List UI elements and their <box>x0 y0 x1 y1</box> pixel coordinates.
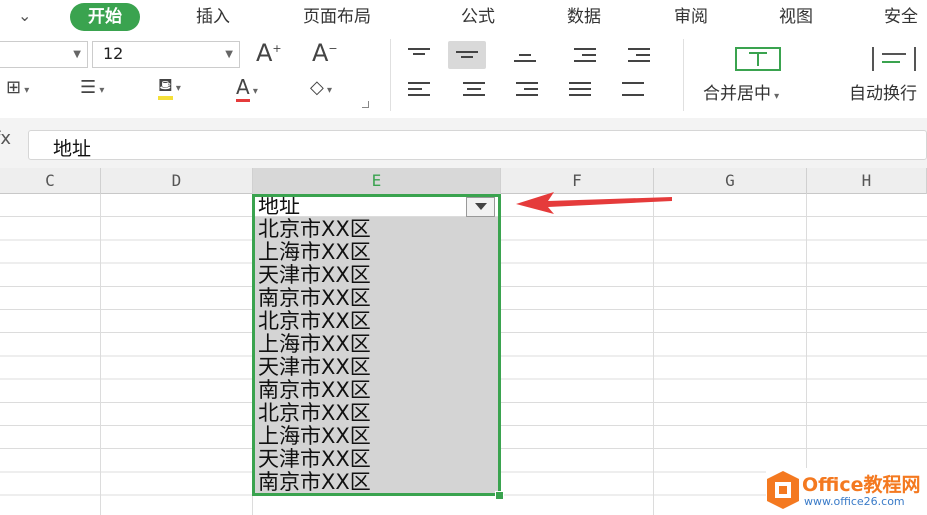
merge-center-label: 合并居中 <box>703 84 771 104</box>
tab-data[interactable]: 数据 <box>567 3 601 31</box>
font-name-select[interactable]: ▼ <box>0 41 88 68</box>
align-right-icon <box>516 82 538 96</box>
borders-button[interactable]: ⊞ ▾ <box>6 77 29 98</box>
font-group-launcher-icon[interactable] <box>362 101 369 108</box>
merge-center-icon <box>735 47 781 71</box>
chevron-down-icon: ▼ <box>73 49 81 60</box>
font-size-select[interactable]: 12 ▼ <box>92 41 240 68</box>
cell-style-button[interactable]: ☰ ▾ <box>80 77 104 98</box>
eraser-icon: ◇ <box>310 77 324 98</box>
chevron-down-icon <box>475 203 487 210</box>
watermark-url: www.office26.com <box>804 495 905 508</box>
annotation-arrow-icon <box>516 192 672 214</box>
toolbar-divider <box>390 39 391 111</box>
column-e-label: E <box>371 171 382 190</box>
align-top-icon <box>408 48 430 62</box>
align-top-button[interactable] <box>400 41 438 69</box>
align-middle-icon <box>456 48 478 62</box>
tab-page-layout[interactable]: 页面布局 <box>303 3 371 31</box>
wrap-text-icon <box>872 47 916 71</box>
decrease-font-label: A <box>312 39 329 67</box>
filter-dropdown-button[interactable] <box>466 197 495 217</box>
align-right-button[interactable] <box>508 75 546 103</box>
align-center-icon <box>463 82 485 96</box>
decrease-font-button[interactable]: A− <box>312 39 338 67</box>
column-h-label: H <box>861 171 872 190</box>
fx-label: fx <box>0 128 11 149</box>
formula-content: 地址 <box>53 138 92 160</box>
distributed-align-button[interactable] <box>614 75 652 103</box>
fill-color-button[interactable]: ⛾ ▾ <box>158 75 181 100</box>
grid-column-line <box>806 194 807 515</box>
increase-font-button[interactable]: A+ <box>256 39 282 67</box>
font-color-button[interactable]: A ▾ <box>236 75 258 102</box>
clear-format-button[interactable]: ◇ ▾ <box>310 77 332 98</box>
tab-formulas[interactable]: 公式 <box>461 3 495 31</box>
align-bottom-button[interactable] <box>506 41 544 69</box>
column-header-h[interactable]: H <box>807 168 927 194</box>
ribbon-tab-bar: ⌄ 开始 插入 页面布局 公式 数据 审阅 视图 安全 <box>0 0 927 35</box>
column-header-e[interactable]: E <box>253 168 501 194</box>
increase-indent-icon <box>628 48 650 62</box>
watermark: Office教程网 www.office26.com <box>766 468 927 515</box>
align-left-icon <box>408 82 430 96</box>
column-header-d[interactable]: D <box>101 168 253 194</box>
wrap-text-label: 自动换行 <box>849 84 917 104</box>
align-center-button[interactable] <box>455 75 493 103</box>
borders-icon: ⊞ <box>6 77 22 98</box>
decrease-indent-button[interactable] <box>566 41 604 69</box>
paint-bucket-icon: ⛾ <box>158 75 173 100</box>
align-left-button[interactable] <box>400 75 438 103</box>
tab-security[interactable]: 安全 <box>884 3 918 31</box>
justify-button[interactable] <box>561 75 599 103</box>
formula-input[interactable]: 地址 <box>28 130 927 160</box>
merge-center-button[interactable]: 合并居中 ▾ <box>700 41 820 111</box>
chevron-down-icon: ▼ <box>225 49 233 60</box>
column-d-label: D <box>171 171 182 190</box>
tab-view[interactable]: 视图 <box>779 3 813 31</box>
column-header-row: C D E F G H <box>0 168 927 194</box>
column-c-label: C <box>45 171 55 190</box>
toolbar-divider <box>683 39 684 111</box>
decrease-indent-icon <box>574 48 596 62</box>
toolbar: ▼ 12 ▼ A+ A− ⊞ ▾ ☰ ▾ ⛾ ▾ A ▾ ◇ ▾ 合并居中 ▾ … <box>0 35 927 118</box>
font-size-value: 12 <box>103 44 124 63</box>
quick-access-chevron-icon[interactable]: ⌄ <box>18 6 31 25</box>
tab-review[interactable]: 审阅 <box>674 3 708 31</box>
tab-home[interactable]: 开始 <box>70 3 140 31</box>
increase-font-label: A <box>256 39 273 67</box>
distributed-align-icon <box>622 82 644 96</box>
column-g-label: G <box>725 171 735 190</box>
column-header-c[interactable]: C <box>0 168 101 194</box>
grid-column-line <box>100 194 101 515</box>
cell-style-icon: ☰ <box>80 77 97 98</box>
tab-insert[interactable]: 插入 <box>196 3 230 31</box>
selection-border <box>252 194 501 496</box>
fx-icon[interactable]: fx <box>0 128 11 149</box>
fill-handle[interactable] <box>495 491 504 500</box>
justify-icon <box>569 82 591 96</box>
grid-column-line <box>653 194 654 515</box>
font-color-icon: A <box>236 75 250 102</box>
wrap-text-button[interactable]: 自动换行 <box>848 41 927 111</box>
increase-indent-button[interactable] <box>620 41 658 69</box>
office-logo-icon <box>767 471 799 509</box>
align-bottom-icon <box>514 48 536 62</box>
watermark-title: Office教程网 <box>802 474 921 496</box>
align-middle-button[interactable] <box>448 41 486 69</box>
